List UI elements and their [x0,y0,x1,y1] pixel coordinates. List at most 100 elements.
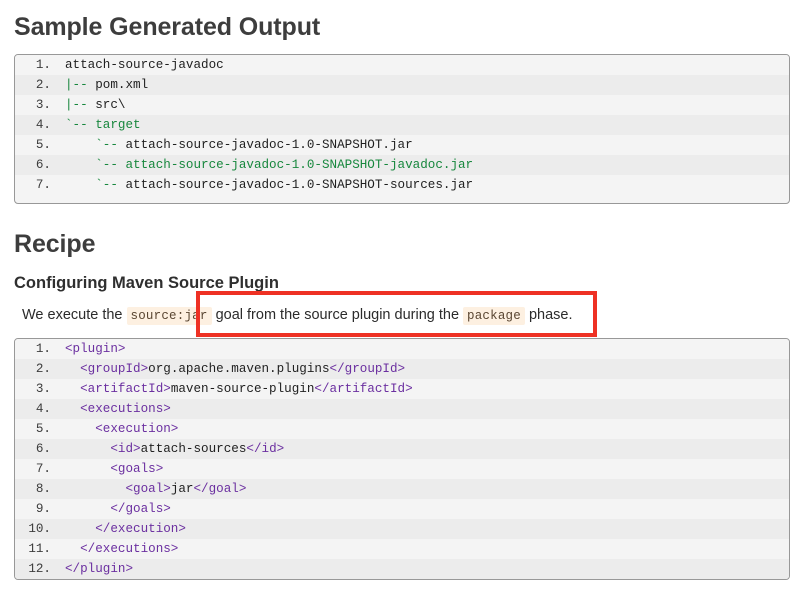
code-line-text: `-- attach-source-javadoc-1.0-SNAPSHOT.j… [59,135,413,155]
code-token: </executions> [65,542,179,556]
line-number: 5. [35,422,51,436]
xml-line: 2. <groupId>org.apache.maven.plugins</gr… [15,359,789,379]
code-token: attach-source-javadoc-1.0-SNAPSHOT.jar [125,138,413,152]
code-line-text: attach-source-javadoc [59,55,224,75]
code-token: attach-source-javadoc-1.0-SNAPSHOT-javad… [125,158,474,172]
code-token: </goal> [193,482,247,496]
line-number: 8. [35,482,51,496]
xml-line: 3. <artifactId>maven-source-plugin</arti… [15,379,789,399]
code-token: pom.xml [95,78,149,92]
code-token: </execution> [65,522,186,536]
xml-line: 9. </goals> [15,499,789,519]
code-token: <plugin> [65,342,126,356]
line-number: 2. [35,78,51,92]
code-line-text: <goals> [59,459,163,479]
line-number: 6. [35,158,51,172]
code-token: attach-source-javadoc [65,58,224,72]
xml-line: 4. <executions> [15,399,789,419]
code-line-text: </plugin> [59,559,133,579]
code-line-text: </goals> [59,499,170,519]
code-line-text: |-- src\ [59,95,125,115]
code-line-text: <goal>jar</goal> [59,479,246,499]
code-token: </groupId> [329,362,406,376]
code-token: `-- [65,158,126,172]
line-number: 6. [35,442,51,456]
xml-line: 1. <plugin> [15,339,789,359]
xml-line: 7. <goals> [15,459,789,479]
tree-line: 5. `-- attach-source-javadoc-1.0-SNAPSHO… [15,135,789,155]
code-line-text: <artifactId>maven-source-plugin</artifac… [59,379,413,399]
line-number: 9. [35,502,51,516]
code-token: attach-sources [140,442,247,456]
line-number: 11. [28,542,51,556]
code-line-text: <groupId>org.apache.maven.plugins</group… [59,359,405,379]
tree-line: 2. |-- pom.xml [15,75,789,95]
line-number: 3. [35,382,51,396]
code-token: `-- [65,138,126,152]
code-token: |-- [65,98,96,112]
line-number: 7. [35,178,51,192]
code-token: <goals> [65,462,164,476]
code-line-text: |-- pom.xml [59,75,148,95]
code-token: <executions> [65,402,171,416]
subheading-configuring-maven-source-plugin: Configuring Maven Source Plugin [14,274,279,292]
code-line-text: <execution> [59,419,178,439]
page-title-sample-generated-output: Sample Generated Output [14,13,321,41]
tree-line: 1. attach-source-javadoc [15,55,789,75]
code-token: <goal> [65,482,171,496]
line-number: 1. [35,342,51,356]
code-token: |-- [65,78,96,92]
line-number: 10. [28,522,51,536]
code-line-text: <executions> [59,399,171,419]
line-number: 1. [35,58,51,72]
paragraph-text-part-2: goal from the source plugin during the [211,307,464,323]
page-title-recipe: Recipe [14,230,96,258]
xml-line: 10. </execution> [15,519,789,539]
code-token: <execution> [65,422,179,436]
code-token: target [95,118,141,132]
code-line-text: `-- attach-source-javadoc-1.0-SNAPSHOT-j… [59,155,473,175]
line-number: 3. [35,98,51,112]
tree-line: 4. `-- target [15,115,789,135]
code-token: <artifactId> [65,382,171,396]
tree-line: 3. |-- src\ [15,95,789,115]
code-token: <id> [65,442,141,456]
code-token: src\ [95,98,126,112]
paragraph-text-part-1: We execute the [22,307,127,323]
xml-line: 5. <execution> [15,419,789,439]
inline-code-source-jar: source:jar [126,307,212,325]
line-number: 4. [35,118,51,132]
line-number: 2. [35,362,51,376]
code-line-text: </executions> [59,539,178,559]
code-block-directory-tree[interactable]: 1. attach-source-javadoc 2. |-- pom.xml 3. |-… [14,54,790,204]
line-number: 7. [35,462,51,476]
paragraph-text-part-3: phase. [524,307,573,323]
line-number: 12. [28,562,51,576]
line-number: 5. [35,138,51,152]
code-line-text: `-- target [59,115,141,135]
line-number: 4. [35,402,51,416]
code-line-text: <plugin> [59,339,125,359]
paragraph-recipe-description: We execute the source:jar goal from the … [22,305,573,326]
tree-line: 6. `-- attach-source-javadoc-1.0-SNAPSHO… [15,155,789,175]
inline-code-package: package [463,307,525,325]
code-line-text: <id>attach-sources</id> [59,439,284,459]
code-token: jar [170,482,194,496]
xml-line: 6. <id>attach-sources</id> [15,439,789,459]
code-token: attach-source-javadoc-1.0-SNAPSHOT-sourc… [125,178,474,192]
xml-line: 11. </executions> [15,539,789,559]
code-token: `-- [65,118,96,132]
code-token: </id> [246,442,285,456]
code-block-maven-plugin-xml[interactable]: 1. <plugin> 2. <groupId>org.apache.maven.p… [14,338,790,580]
code-token: </plugin> [65,562,134,576]
xml-line: 8. <goal>jar</goal> [15,479,789,499]
page-root: Sample Generated Output 1. attach-source-… [0,0,803,594]
code-token: <groupId> [65,362,149,376]
code-token: `-- [65,178,126,192]
code-token: </artifactId> [314,382,413,396]
code-token: org.apache.maven.plugins [148,362,330,376]
tree-line: 7. `-- attach-source-javadoc-1.0-SNAPSHO… [15,175,789,195]
code-line-text: `-- attach-source-javadoc-1.0-SNAPSHOT-s… [59,175,473,195]
code-token: maven-source-plugin [170,382,315,396]
xml-line: 12. </plugin> [15,559,789,579]
